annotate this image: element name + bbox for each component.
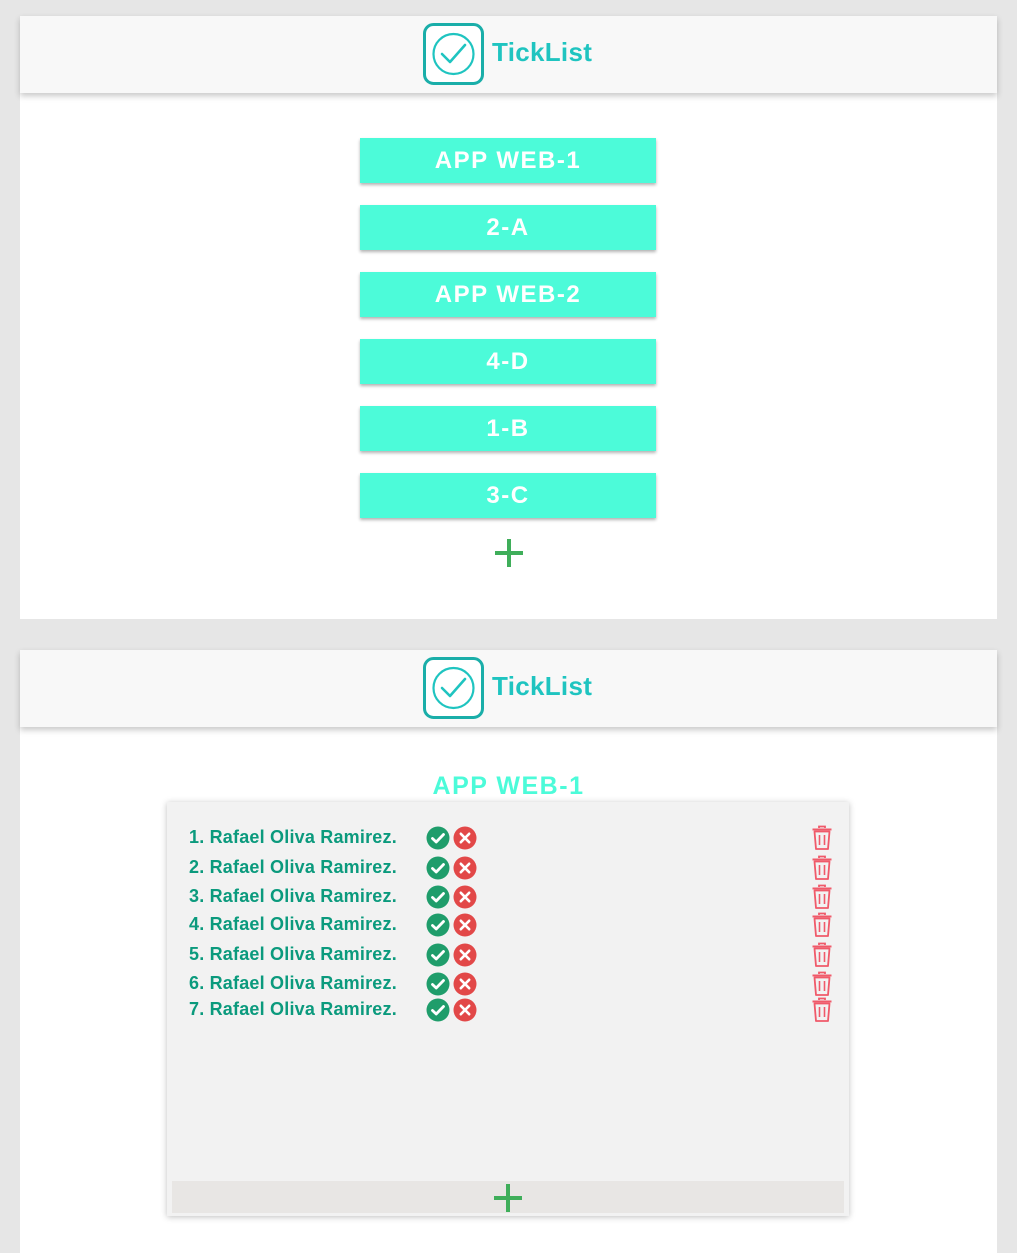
ticklist-logo-icon xyxy=(423,23,484,85)
student-row: 3. Rafael Oliva Ramirez. xyxy=(167,884,849,910)
trash-icon[interactable] xyxy=(811,971,833,997)
app-title: TickList xyxy=(492,37,593,67)
check-circle-icon[interactable] xyxy=(426,998,450,1022)
student-name: 4. Rafael Oliva Ramirez. xyxy=(189,914,397,934)
x-circle-icon[interactable] xyxy=(453,972,477,996)
student-row: 5. Rafael Oliva Ramirez. xyxy=(167,942,849,968)
attendance-screen: TickList APP WEB-1 1. Rafael Oliva Ramir… xyxy=(20,650,997,1253)
student-name: 3. Rafael Oliva Ramirez. xyxy=(189,886,397,906)
student-name: 2. Rafael Oliva Ramirez. xyxy=(189,857,397,877)
group-button[interactable]: 4-D xyxy=(360,339,656,384)
check-circle-icon[interactable] xyxy=(426,826,450,850)
group-button[interactable]: 2-A xyxy=(360,205,656,250)
student-name: 7. Rafael Oliva Ramirez. xyxy=(189,999,397,1019)
trash-icon[interactable] xyxy=(811,912,833,938)
check-circle-icon[interactable] xyxy=(426,913,450,937)
app-header: TickList xyxy=(20,16,997,93)
student-name: 6. Rafael Oliva Ramirez. xyxy=(189,973,397,993)
x-circle-icon[interactable] xyxy=(453,885,477,909)
group-button[interactable]: 1-B xyxy=(360,406,656,451)
student-name: 5. Rafael Oliva Ramirez. xyxy=(189,944,397,964)
app-header: TickList xyxy=(20,650,997,727)
trash-icon[interactable] xyxy=(811,855,833,881)
x-circle-icon[interactable] xyxy=(453,856,477,880)
check-circle-icon[interactable] xyxy=(426,885,450,909)
student-list-panel: 1. Rafael Oliva Ramirez. 2. Rafael Oliva … xyxy=(167,802,849,1216)
student-row: 2. Rafael Oliva Ramirez. xyxy=(167,855,849,881)
x-circle-icon[interactable] xyxy=(453,998,477,1022)
add-group-plus-icon[interactable] xyxy=(495,539,523,567)
student-row: 6. Rafael Oliva Ramirez. xyxy=(167,971,849,997)
student-row: 1. Rafael Oliva Ramirez. xyxy=(167,825,849,851)
group-title: APP WEB-1 xyxy=(432,772,585,800)
check-circle-icon[interactable] xyxy=(426,943,450,967)
student-name: 1. Rafael Oliva Ramirez. xyxy=(189,827,397,847)
add-student-plus-icon[interactable] xyxy=(494,1184,522,1212)
ticklist-logo-icon xyxy=(423,657,484,719)
trash-icon[interactable] xyxy=(811,942,833,968)
group-button[interactable]: APP WEB-2 xyxy=(360,272,656,317)
group-button[interactable]: APP WEB-1 xyxy=(360,138,656,183)
trash-icon[interactable] xyxy=(811,884,833,910)
student-row: 7. Rafael Oliva Ramirez. xyxy=(167,997,849,1023)
add-student-bar[interactable] xyxy=(172,1181,844,1213)
groups-screen: TickList APP WEB-1 2-A APP WEB-2 4-D 1-B 3-C xyxy=(20,16,997,619)
trash-icon[interactable] xyxy=(811,825,833,851)
x-circle-icon[interactable] xyxy=(453,826,477,850)
x-circle-icon[interactable] xyxy=(453,943,477,967)
trash-icon[interactable] xyxy=(811,997,833,1023)
app-title: TickList xyxy=(492,671,593,701)
group-button[interactable]: 3-C xyxy=(360,473,656,518)
student-row: 4. Rafael Oliva Ramirez. xyxy=(167,912,849,938)
check-circle-icon[interactable] xyxy=(426,972,450,996)
x-circle-icon[interactable] xyxy=(453,913,477,937)
check-circle-icon[interactable] xyxy=(426,856,450,880)
